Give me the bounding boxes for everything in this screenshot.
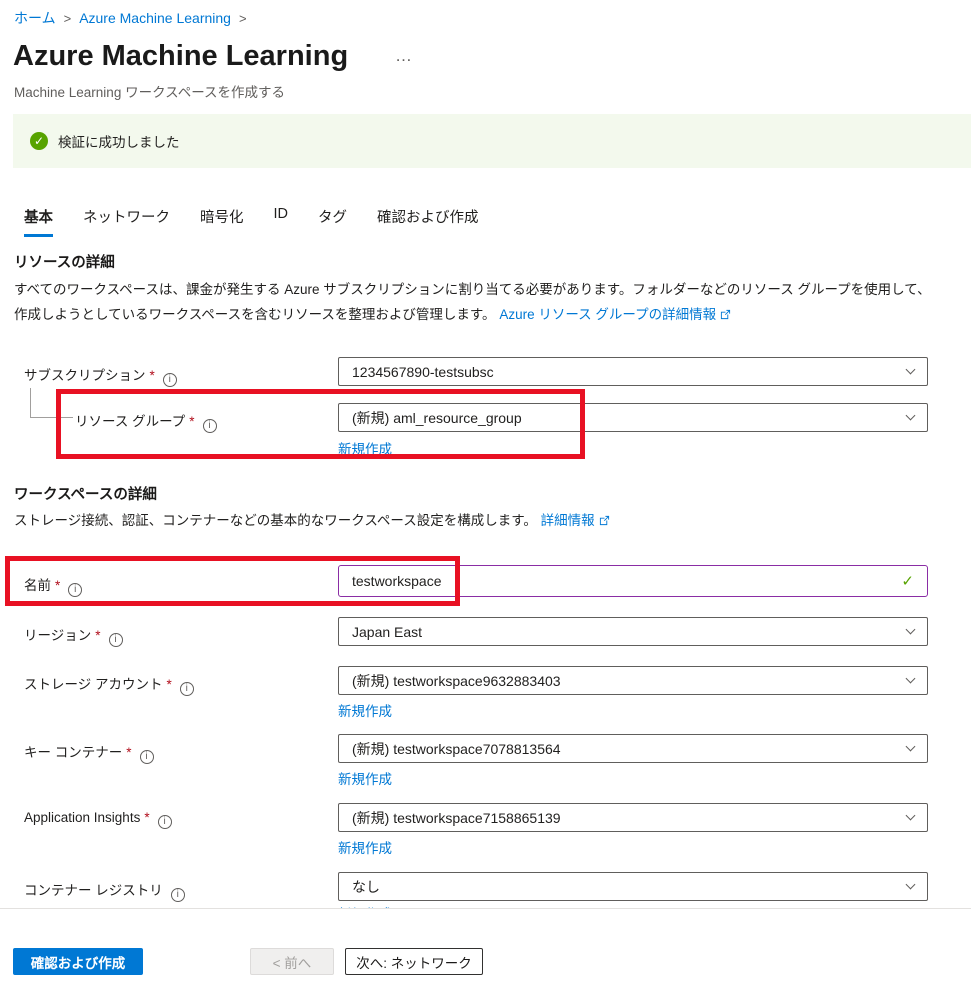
container-registry-row: コンテナー レジストリ なし 新規作成 — [0, 872, 971, 902]
validation-success-message: 検証に成功しました — [58, 131, 180, 151]
resource-group-label: リソース グループ* — [75, 410, 217, 433]
more-options-icon[interactable]: … — [395, 46, 414, 66]
breadcrumb-separator: > — [64, 11, 72, 26]
application-insights-select[interactable]: (新規) testworkspace7158865139 — [338, 803, 928, 832]
application-insights-label: Application Insights* — [24, 810, 172, 829]
application-insights-value: (新規) testworkspace7158865139 — [352, 808, 561, 828]
region-row: リージョン* Japan East — [0, 617, 971, 647]
next-networking-button[interactable]: 次へ: ネットワーク — [345, 948, 483, 975]
chevron-down-icon — [906, 811, 916, 821]
resource-details-description: すべてのワークスペースは、課金が発生する Azure サブスクリプションに割り当… — [14, 277, 949, 328]
info-icon[interactable] — [203, 419, 217, 433]
application-insights-create-new-link[interactable]: 新規作成 — [338, 837, 392, 857]
page-title: Azure Machine Learning — [13, 40, 348, 73]
required-asterisk: * — [55, 578, 60, 593]
chevron-down-icon — [906, 674, 916, 684]
workspace-name-input[interactable]: testworkspace ✓ — [338, 565, 928, 597]
container-registry-select[interactable]: なし — [338, 872, 928, 901]
info-icon[interactable] — [180, 682, 194, 696]
region-value: Japan East — [352, 624, 422, 640]
breadcrumb: ホーム > Azure Machine Learning > — [14, 8, 255, 28]
valid-check-icon: ✓ — [901, 572, 914, 590]
resource-group-docs-link[interactable]: Azure リソース グループの詳細情報 — [499, 307, 731, 322]
key-vault-row: キー コンテナー* (新規) testworkspace7078813564 新… — [0, 734, 971, 764]
info-icon[interactable] — [140, 750, 154, 764]
resource-group-value: (新規) aml_resource_group — [352, 408, 522, 428]
wizard-tabs: 基本 ネットワーク 暗号化 ID タグ 確認および作成 — [24, 206, 479, 237]
success-check-icon: ✓ — [30, 132, 48, 150]
tab-tags[interactable]: タグ — [318, 206, 347, 237]
info-icon[interactable] — [171, 888, 185, 902]
name-label: 名前* — [24, 574, 82, 597]
required-asterisk: * — [189, 414, 194, 429]
chevron-down-icon — [906, 742, 916, 752]
container-registry-value: なし — [352, 877, 380, 897]
storage-account-select[interactable]: (新規) testworkspace9632883403 — [338, 666, 928, 695]
wizard-footer: 確認および作成 < 前へ 次へ: ネットワーク — [0, 908, 971, 988]
workspace-name-row: 名前* testworkspace ✓ — [0, 565, 971, 598]
required-asterisk: * — [150, 368, 155, 383]
chevron-down-icon — [906, 365, 916, 375]
storage-account-create-new-link[interactable]: 新規作成 — [338, 700, 392, 720]
tab-review-create[interactable]: 確認および作成 — [377, 206, 479, 237]
tab-identity[interactable]: ID — [274, 206, 289, 237]
workspace-name-value: testworkspace — [352, 573, 441, 589]
workspace-docs-link[interactable]: 詳細情報 — [541, 513, 610, 528]
subscription-value: 1234567890-testsubsc — [352, 364, 494, 380]
region-label: リージョン* — [24, 624, 123, 647]
chevron-down-icon — [906, 411, 916, 421]
key-vault-select[interactable]: (新規) testworkspace7078813564 — [338, 734, 928, 763]
application-insights-row: Application Insights* (新規) testworkspace… — [0, 803, 971, 833]
breadcrumb-parent-link[interactable]: Azure Machine Learning — [79, 10, 231, 26]
resource-description-line2: 作成しようとしているワークスペースを含むリソースを整理および管理します。 — [14, 307, 496, 322]
key-vault-value: (新規) testworkspace7078813564 — [352, 739, 561, 759]
subscription-select[interactable]: 1234567890-testsubsc — [338, 357, 928, 386]
required-asterisk: * — [144, 810, 149, 825]
storage-account-label: ストレージ アカウント* — [24, 673, 194, 696]
container-registry-label: コンテナー レジストリ — [24, 879, 185, 902]
resource-description-line1: すべてのワークスペースは、課金が発生する Azure サブスクリプションに割り当… — [14, 282, 931, 297]
info-icon[interactable] — [109, 633, 123, 647]
breadcrumb-separator: > — [239, 11, 247, 26]
subscription-row: サブスクリプション* 1234567890-testsubsc — [0, 357, 971, 387]
key-vault-create-new-link[interactable]: 新規作成 — [338, 768, 392, 788]
resource-group-create-new-link[interactable]: 新規作成 — [338, 438, 392, 458]
resource-group-row: リソース グループ* (新規) aml_resource_group 新規作成 — [0, 403, 971, 433]
storage-account-row: ストレージ アカウント* (新規) testworkspace963288340… — [0, 666, 971, 696]
storage-account-value: (新規) testworkspace9632883403 — [352, 671, 561, 691]
workspace-details-heading: ワークスペースの詳細 — [14, 483, 157, 504]
page-subtitle: Machine Learning ワークスペースを作成する — [14, 81, 285, 101]
external-link-icon — [599, 509, 610, 534]
region-select[interactable]: Japan East — [338, 617, 928, 646]
azure-portal-create-workspace-page: ホーム > Azure Machine Learning > Azure Machin… — [0, 0, 971, 988]
required-asterisk: * — [126, 745, 131, 760]
chevron-down-icon — [906, 880, 916, 890]
breadcrumb-home-link[interactable]: ホーム — [14, 10, 56, 26]
tab-encryption[interactable]: 暗号化 — [200, 206, 244, 237]
info-icon[interactable] — [158, 815, 172, 829]
validation-success-banner: ✓ 検証に成功しました — [13, 114, 971, 168]
subscription-label: サブスクリプション* — [24, 364, 177, 387]
workspace-details-description: ストレージ接続、認証、コンテナーなどの基本的なワークスペース設定を構成します。 … — [14, 508, 949, 534]
info-icon[interactable] — [163, 373, 177, 387]
key-vault-label: キー コンテナー* — [24, 741, 154, 764]
chevron-down-icon — [906, 625, 916, 635]
external-link-icon — [720, 303, 731, 328]
resource-group-select[interactable]: (新規) aml_resource_group — [338, 403, 928, 432]
required-asterisk: * — [95, 628, 100, 643]
review-and-create-button[interactable]: 確認および作成 — [13, 948, 143, 975]
previous-button[interactable]: < 前へ — [250, 948, 334, 975]
resource-details-heading: リソースの詳細 — [14, 251, 115, 272]
tab-basics[interactable]: 基本 — [24, 206, 53, 237]
tab-networking[interactable]: ネットワーク — [83, 206, 170, 237]
info-icon[interactable] — [68, 583, 82, 597]
required-asterisk: * — [166, 677, 171, 692]
